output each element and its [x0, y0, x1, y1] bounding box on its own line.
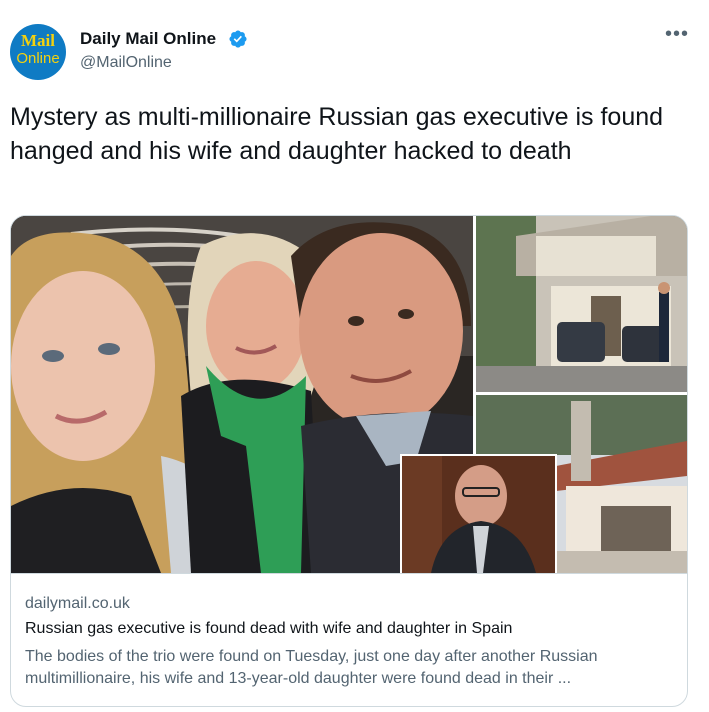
car-left — [557, 322, 605, 362]
avatar-logo-online: Online — [16, 50, 60, 67]
card-image[interactable] — [11, 216, 687, 573]
card-domain: dailymail.co.uk — [25, 595, 130, 612]
link-card[interactable]: dailymail.co.uk Russian gas executive is… — [10, 215, 688, 707]
tweet: Mail Online Daily Mail Online @MailOnlin… — [0, 0, 709, 712]
woman-face — [206, 261, 306, 391]
avatar[interactable]: Mail Online — [10, 24, 66, 80]
avatar-logo-mail: Mail — [21, 31, 55, 50]
police-officer — [659, 292, 669, 362]
account-name[interactable]: Daily Mail Online — [80, 29, 216, 49]
more-options-button[interactable]: ••• — [664, 23, 690, 52]
road — [476, 366, 687, 392]
card-meta[interactable]: dailymail.co.uk Russian gas executive is… — [11, 573, 687, 706]
girl-face — [11, 271, 155, 461]
account-handle[interactable]: @MailOnline — [80, 53, 172, 73]
man-face — [299, 233, 463, 429]
more-horizontal-icon: ••• — [664, 23, 689, 45]
chimney — [571, 401, 591, 481]
card-description: The bodies of the trio were found on Tue… — [25, 648, 598, 687]
tweet-text: Mystery as multi-millionaire Russian gas… — [10, 103, 664, 165]
card-photo-collage — [11, 216, 687, 573]
verified-badge-icon — [229, 30, 247, 48]
card-title: Russian gas executive is found dead with… — [25, 620, 513, 637]
